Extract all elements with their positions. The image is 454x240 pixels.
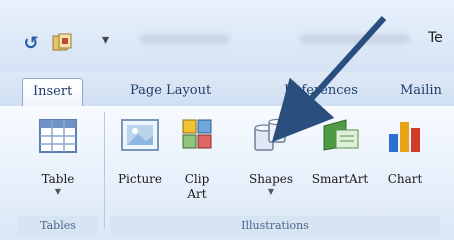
annotation-arrow-icon — [271, 15, 387, 143]
